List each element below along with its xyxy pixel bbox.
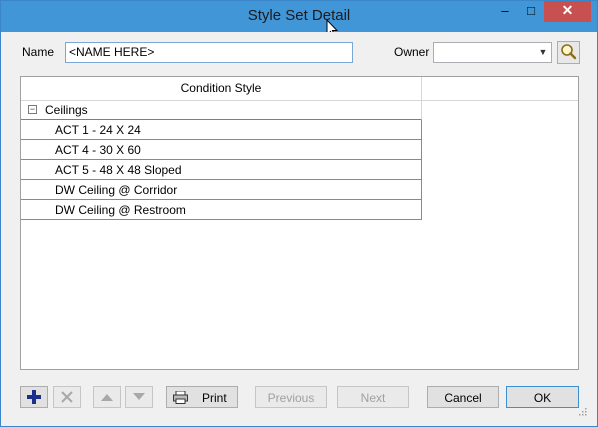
dialog-window: Style Set Detail ‒ □ ✕ Name <NAME HERE> …: [0, 0, 598, 427]
group-label: Ceilings: [45, 103, 88, 117]
move-up-button[interactable]: [93, 386, 121, 408]
column-header-condition-style[interactable]: Condition Style: [21, 77, 422, 101]
owner-search-button[interactable]: [557, 41, 580, 64]
add-button[interactable]: [20, 386, 48, 408]
table-row[interactable]: ACT 4 - 30 X 60: [21, 140, 422, 160]
collapse-icon[interactable]: −: [28, 105, 37, 114]
table-row[interactable]: DW Ceiling @ Corridor: [21, 180, 422, 200]
owner-dropdown[interactable]: ▼: [433, 42, 552, 63]
name-field[interactable]: <NAME HERE>: [65, 42, 353, 63]
print-button[interactable]: Print: [166, 386, 238, 408]
group-row-ceilings[interactable]: − Ceilings: [21, 101, 422, 120]
next-button[interactable]: Next: [337, 386, 409, 408]
column-header-filler: [422, 77, 578, 101]
table-row[interactable]: ACT 5 - 48 X 48 Sloped: [21, 160, 422, 180]
arrow-up-icon: [101, 394, 113, 401]
delete-button[interactable]: [53, 386, 81, 408]
ok-button[interactable]: OK: [506, 386, 579, 408]
previous-button[interactable]: Previous: [255, 386, 327, 408]
row-label: ACT 5 - 48 X 48 Sloped: [55, 163, 182, 177]
row-label: ACT 1 - 24 X 24: [55, 123, 141, 137]
plus-icon: [27, 390, 41, 404]
chevron-down-icon: ▼: [538, 47, 548, 57]
close-button[interactable]: ✕: [544, 1, 591, 22]
minimize-button[interactable]: ‒: [492, 1, 518, 22]
arrow-down-icon: [133, 393, 145, 400]
row-label: DW Ceiling @ Restroom: [55, 203, 186, 217]
owner-label: Owner: [394, 45, 430, 59]
printer-icon: [173, 391, 188, 404]
table-row[interactable]: ACT 1 - 24 X 24: [21, 120, 422, 140]
move-down-button[interactable]: [125, 386, 153, 408]
maximize-button[interactable]: □: [518, 1, 544, 22]
print-label: Print: [202, 391, 227, 405]
x-icon: [61, 391, 73, 403]
row-label: DW Ceiling @ Corridor: [55, 183, 178, 197]
name-label: Name: [22, 45, 55, 59]
title-bar[interactable]: Style Set Detail ‒ □ ✕: [1, 1, 597, 39]
dialog-body: Name <NAME HERE> Owner ▼ Condition Style…: [9, 32, 589, 418]
resize-grip-icon[interactable]: [577, 406, 587, 416]
row-label: ACT 4 - 30 X 60: [55, 143, 141, 157]
table-row[interactable]: DW Ceiling @ Restroom: [21, 200, 422, 220]
cancel-button[interactable]: Cancel: [427, 386, 499, 408]
condition-style-grid[interactable]: Condition Style − Ceilings ACT 1 - 24 X …: [20, 76, 579, 370]
magnifier-icon: [561, 44, 577, 60]
